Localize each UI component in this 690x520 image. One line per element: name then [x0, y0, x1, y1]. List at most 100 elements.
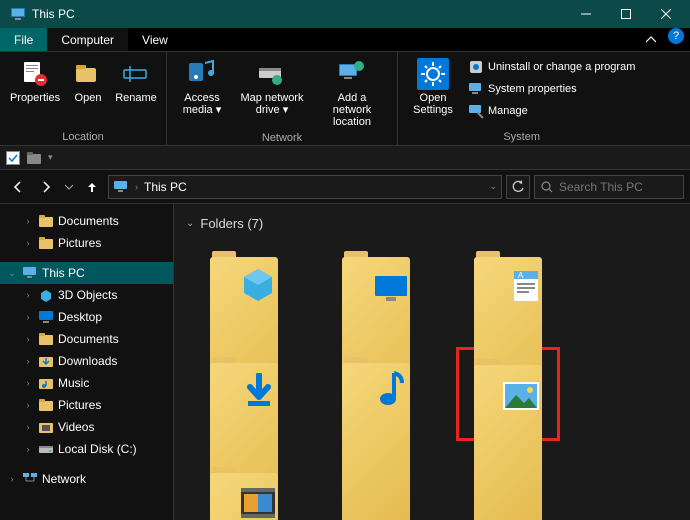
- tree-icon: [38, 235, 54, 251]
- address-bar[interactable]: › This PC ⌄: [108, 175, 502, 199]
- chevron-icon: ⌄: [6, 268, 18, 279]
- search-input[interactable]: [559, 180, 690, 194]
- tree-icon: [38, 309, 54, 325]
- tree-icon: [38, 419, 54, 435]
- sidebar-item-3d-objects[interactable]: ›3D Objects: [0, 284, 173, 306]
- folder-pictures[interactable]: Pictures: [458, 349, 558, 439]
- properties-icon: [19, 58, 51, 90]
- quick-access-bar: ▾: [0, 146, 690, 170]
- ribbon-tabs: File Computer View ?: [0, 28, 690, 52]
- chevron-icon: ›: [22, 400, 34, 410]
- tree-icon: [38, 287, 54, 303]
- close-button[interactable]: [646, 0, 686, 28]
- settings-icon: [417, 58, 449, 90]
- folder-icon: [208, 353, 280, 413]
- rename-button[interactable]: Rename: [114, 56, 158, 106]
- sidebar-item-documents[interactable]: › Documents: [0, 210, 173, 232]
- sidebar-item-label: Documents: [58, 332, 119, 346]
- sidebar-item-label: Downloads: [58, 354, 117, 368]
- access-media-button[interactable]: Access media ▾: [175, 56, 229, 118]
- tree-icon: [38, 213, 54, 229]
- navigation-bar: › This PC ⌄: [0, 170, 690, 204]
- chevron-icon: ›: [22, 216, 34, 226]
- chevron-down-icon: ⌄: [186, 218, 194, 229]
- tree-icon: [38, 353, 54, 369]
- chevron-down-icon: ▾: [283, 104, 289, 116]
- window-title: This PC: [32, 7, 566, 21]
- sidebar-item-music[interactable]: ›Music: [0, 372, 173, 394]
- sidebar-item-label: Documents: [58, 214, 119, 228]
- minimize-button[interactable]: [566, 0, 606, 28]
- uninstall-program-button[interactable]: Uninstall or change a program: [466, 58, 637, 76]
- sidebar-item-label: Videos: [58, 420, 94, 434]
- sidebar-item-network[interactable]: ›Network: [0, 468, 173, 490]
- sidebar-item-label: Desktop: [58, 310, 102, 324]
- chevron-down-icon[interactable]: ⌄: [489, 181, 497, 192]
- refresh-button[interactable]: [506, 175, 530, 199]
- tab-file[interactable]: File: [0, 28, 47, 51]
- nav-up-button[interactable]: [80, 175, 104, 199]
- folder-3d-objects[interactable]: 3D Objects: [194, 243, 294, 329]
- this-pc-icon: [10, 6, 26, 22]
- system-properties-button[interactable]: System properties: [466, 80, 637, 98]
- folder-icon: [208, 247, 280, 307]
- folder-videos[interactable]: Videos: [194, 459, 294, 520]
- folder-icon: [208, 463, 280, 520]
- system-properties-icon: [468, 81, 484, 97]
- folder-documents[interactable]: ADocuments: [458, 243, 558, 329]
- map-drive-icon: [256, 58, 288, 90]
- open-settings-button[interactable]: Open Settings: [406, 56, 460, 118]
- sidebar-item-pictures[interactable]: ›Pictures: [0, 232, 173, 254]
- nav-back-button[interactable]: [6, 175, 30, 199]
- sidebar-item-local-disk-c-[interactable]: › Local Disk (C:): [0, 438, 173, 460]
- ribbon-group-system: Open Settings Uninstall or change a prog…: [398, 52, 645, 145]
- tab-view[interactable]: View: [128, 28, 182, 51]
- content-pane: ⌄ Folders (7) 3D Objects Desktop ADocument…: [174, 204, 690, 520]
- add-location-icon: [336, 58, 368, 90]
- sidebar-item-label: Pictures: [58, 398, 101, 412]
- navigation-pane: ›Documents›Pictures⌄This PC›3D Objects›D…: [0, 204, 174, 520]
- open-button[interactable]: Open: [68, 56, 108, 106]
- sidebar-item-documents[interactable]: ›Documents: [0, 328, 173, 350]
- tree-icon: [38, 375, 54, 391]
- svg-text:A: A: [518, 271, 524, 280]
- help-icon[interactable]: ?: [668, 28, 684, 44]
- folders-section-header[interactable]: ⌄ Folders (7): [186, 216, 678, 231]
- titlebar: This PC: [0, 0, 690, 28]
- folder-small-icon[interactable]: [26, 151, 42, 165]
- folder-music[interactable]: Music: [326, 349, 426, 439]
- ribbon-collapse-button[interactable]: [640, 28, 662, 51]
- nav-history-button[interactable]: [62, 175, 76, 199]
- folder-desktop[interactable]: Desktop: [326, 243, 426, 329]
- add-network-location-button[interactable]: Add a network location: [315, 56, 389, 130]
- folder-icon: A: [472, 247, 544, 307]
- rename-icon: [120, 58, 152, 90]
- open-icon: [72, 58, 104, 90]
- chevron-down-icon: ▾: [216, 104, 222, 116]
- manage-button[interactable]: Manage: [466, 102, 637, 120]
- map-network-drive-button[interactable]: Map network drive ▾: [235, 56, 309, 118]
- sidebar-item-desktop[interactable]: ›Desktop: [0, 306, 173, 328]
- sidebar-item-this-pc[interactable]: ⌄This PC: [0, 262, 173, 284]
- nav-forward-button[interactable]: [34, 175, 58, 199]
- sidebar-item-downloads[interactable]: ›Downloads: [0, 350, 173, 372]
- breadcrumb[interactable]: This PC: [144, 180, 187, 194]
- maximize-button[interactable]: [606, 0, 646, 28]
- sidebar-item-pictures[interactable]: › Pictures: [0, 394, 173, 416]
- chevron-icon: ›: [22, 422, 34, 432]
- checkbox-icon[interactable]: [6, 151, 20, 165]
- sidebar-item-label: Local Disk (C:): [58, 442, 137, 456]
- tree-icon: [38, 397, 54, 413]
- sidebar-item-videos[interactable]: › Videos: [0, 416, 173, 438]
- folder-icon: [340, 353, 412, 413]
- folder-icon: [472, 355, 544, 415]
- properties-button[interactable]: Properties: [8, 56, 62, 106]
- search-box[interactable]: [534, 175, 684, 199]
- chevron-icon: ›: [22, 444, 34, 454]
- tree-icon: [38, 441, 54, 457]
- folder-downloads[interactable]: Downloads: [194, 349, 294, 439]
- tab-computer[interactable]: Computer: [47, 28, 128, 51]
- ribbon-group-network: Access media ▾ Map network drive ▾ Add a…: [167, 52, 398, 145]
- chevron-icon: ›: [6, 474, 18, 484]
- manage-icon: [468, 103, 484, 119]
